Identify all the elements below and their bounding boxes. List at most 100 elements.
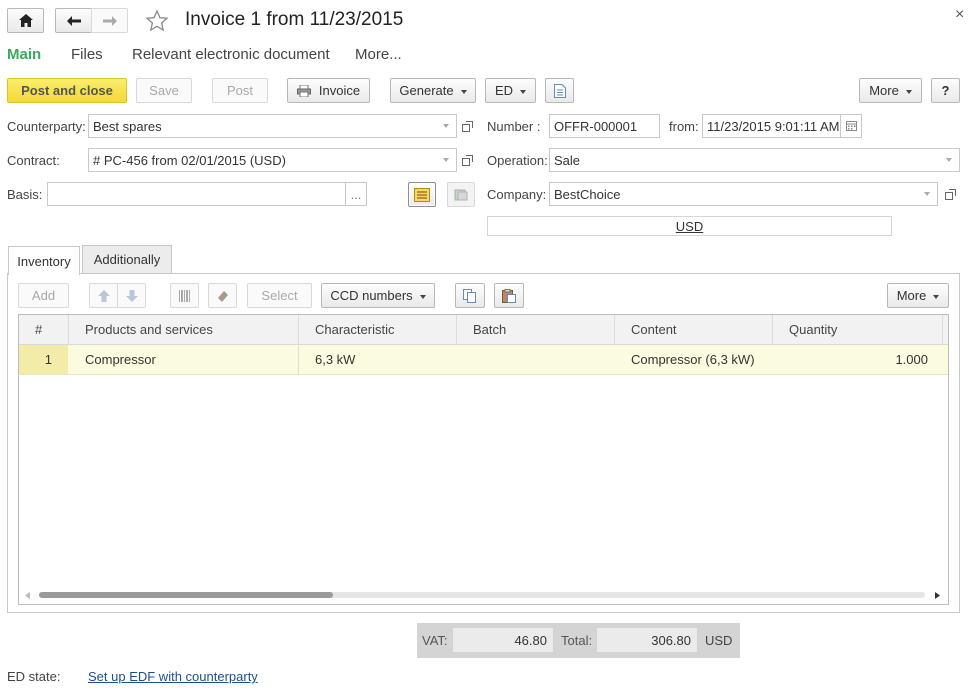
invoice-print-button[interactable]: Invoice xyxy=(287,78,370,103)
home-button[interactable] xyxy=(7,8,44,33)
favorite-star-icon[interactable] xyxy=(145,9,169,33)
add-label: Add xyxy=(31,288,56,303)
generate-dropdown-button[interactable]: Generate xyxy=(390,78,476,103)
date-value: 11/23/2015 9:01:11 AM xyxy=(707,118,840,134)
currency-panel: USD xyxy=(487,216,892,236)
basis-select-button[interactable]: ... xyxy=(345,182,367,206)
content-cell[interactable]: Compressor (6,3 kW) xyxy=(615,345,773,374)
help-button[interactable]: ? xyxy=(931,78,960,103)
chevron-down-icon[interactable] xyxy=(939,149,959,171)
operation-field[interactable]: Sale xyxy=(549,148,960,172)
tab-inventory[interactable]: Inventory xyxy=(8,246,80,275)
chevron-down-icon xyxy=(460,89,467,94)
calendar-button[interactable] xyxy=(840,114,862,138)
operation-value: Sale xyxy=(554,152,581,168)
company-label: Company: xyxy=(487,187,547,202)
basis-label: Basis: xyxy=(7,187,43,202)
basis-field[interactable] xyxy=(47,182,346,206)
move-up-button[interactable] xyxy=(89,283,118,308)
quantity-cell[interactable]: 1.000 xyxy=(773,345,928,374)
open-form-icon[interactable] xyxy=(458,117,476,135)
table-more-button[interactable]: More xyxy=(887,283,949,308)
barcode-button[interactable] xyxy=(170,283,199,308)
currency-link[interactable]: USD xyxy=(676,219,703,234)
more-label: More xyxy=(869,83,899,98)
content-value: Compressor (6,3 kW) xyxy=(631,352,755,367)
row-number: 1 xyxy=(44,352,52,367)
inventory-table[interactable]: # Products and services Characteristic B… xyxy=(18,314,949,605)
setup-edf-link[interactable]: Set up EDF with counterparty xyxy=(88,669,258,684)
ccd-numbers-label: CCD numbers xyxy=(330,288,413,303)
vat-label: VAT: xyxy=(422,633,448,648)
batch-cell[interactable] xyxy=(457,345,615,374)
copy-icon xyxy=(463,288,476,303)
fill-button[interactable] xyxy=(447,182,475,207)
page-title: Invoice 1 from 11/23/2015 xyxy=(185,9,404,30)
paste-button[interactable] xyxy=(494,283,524,308)
arrow-down-icon xyxy=(125,289,138,302)
number-field[interactable]: OFFR-000001 xyxy=(549,114,660,138)
home-icon xyxy=(18,14,33,27)
operation-label: Operation: xyxy=(487,153,548,168)
characteristic-cell[interactable]: 6,3 kW xyxy=(299,345,457,374)
forward-button[interactable] xyxy=(91,8,128,33)
scroll-right-icon[interactable] xyxy=(935,592,940,599)
move-down-button[interactable] xyxy=(117,283,146,308)
open-form-icon[interactable] xyxy=(941,185,959,203)
post-label: Post xyxy=(226,83,253,98)
arrow-right-icon xyxy=(102,15,117,26)
copy-button[interactable] xyxy=(455,283,485,308)
scrollbar-thumb[interactable] xyxy=(39,592,333,598)
product-value: Compressor xyxy=(85,352,156,367)
table-header: # Products and services Characteristic B… xyxy=(19,315,948,345)
select-label: Select xyxy=(261,288,298,303)
save-label: Save xyxy=(149,83,179,98)
close-icon[interactable]: × xyxy=(955,6,964,24)
structure-button[interactable] xyxy=(408,182,436,207)
contract-field[interactable]: # PC-456 from 02/01/2015 (USD) xyxy=(88,148,457,172)
chevron-down-icon[interactable] xyxy=(917,183,937,205)
calendar-icon xyxy=(845,121,857,131)
add-button[interactable]: Add xyxy=(18,283,69,308)
column-header-number[interactable]: # xyxy=(19,315,69,344)
paste-icon xyxy=(502,288,516,303)
column-header-content[interactable]: Content xyxy=(615,315,773,344)
ed-dropdown-button[interactable]: ED xyxy=(485,78,536,103)
counterparty-field[interactable]: Best spares xyxy=(88,114,457,138)
company-field[interactable]: BestChoice xyxy=(549,182,938,206)
tab-more[interactable]: More... xyxy=(355,46,402,63)
totals-panel: VAT: 46.80 Total: 306.80 USD xyxy=(417,623,740,658)
back-button[interactable] xyxy=(55,8,92,33)
tab-files[interactable]: Files xyxy=(71,46,103,63)
select-button[interactable]: Select xyxy=(247,283,312,308)
tab-relevant-electronic-document[interactable]: Relevant electronic document xyxy=(132,46,330,63)
ccd-numbers-dropdown-button[interactable]: CCD numbers xyxy=(321,283,435,308)
scroll-left-icon[interactable] xyxy=(25,592,30,599)
column-header-products[interactable]: Products and services xyxy=(69,315,299,344)
column-header-batch[interactable]: Batch xyxy=(457,315,615,344)
column-header-quantity[interactable]: Quantity xyxy=(773,315,943,344)
clear-button[interactable] xyxy=(208,283,237,308)
chevron-down-icon[interactable] xyxy=(436,149,456,171)
document-button[interactable] xyxy=(545,78,574,103)
tab-additionally[interactable]: Additionally xyxy=(82,245,172,273)
chevron-down-icon[interactable] xyxy=(436,115,456,137)
from-label: from: xyxy=(669,119,699,134)
save-button[interactable]: Save xyxy=(136,78,192,103)
horizontal-scrollbar[interactable] xyxy=(23,589,943,601)
post-button[interactable]: Post xyxy=(212,78,268,103)
barcode-icon xyxy=(178,289,190,302)
table-row[interactable]: 1 Compressor 6,3 kW Compressor (6,3 kW) … xyxy=(19,345,948,375)
number-value: OFFR-000001 xyxy=(554,118,638,134)
date-field[interactable]: 11/23/2015 9:01:11 AM xyxy=(702,114,841,138)
arrow-left-icon xyxy=(66,15,81,26)
document-icon xyxy=(553,83,566,98)
post-and-close-button[interactable]: Post and close xyxy=(7,78,127,103)
open-form-icon[interactable] xyxy=(458,151,476,169)
tab-main[interactable]: Main xyxy=(7,46,41,63)
more-actions-button[interactable]: More xyxy=(859,78,922,103)
fill-icon xyxy=(454,189,468,200)
product-cell[interactable]: Compressor xyxy=(69,345,299,374)
printer-icon xyxy=(296,84,311,97)
column-header-characteristic[interactable]: Characteristic xyxy=(299,315,457,344)
